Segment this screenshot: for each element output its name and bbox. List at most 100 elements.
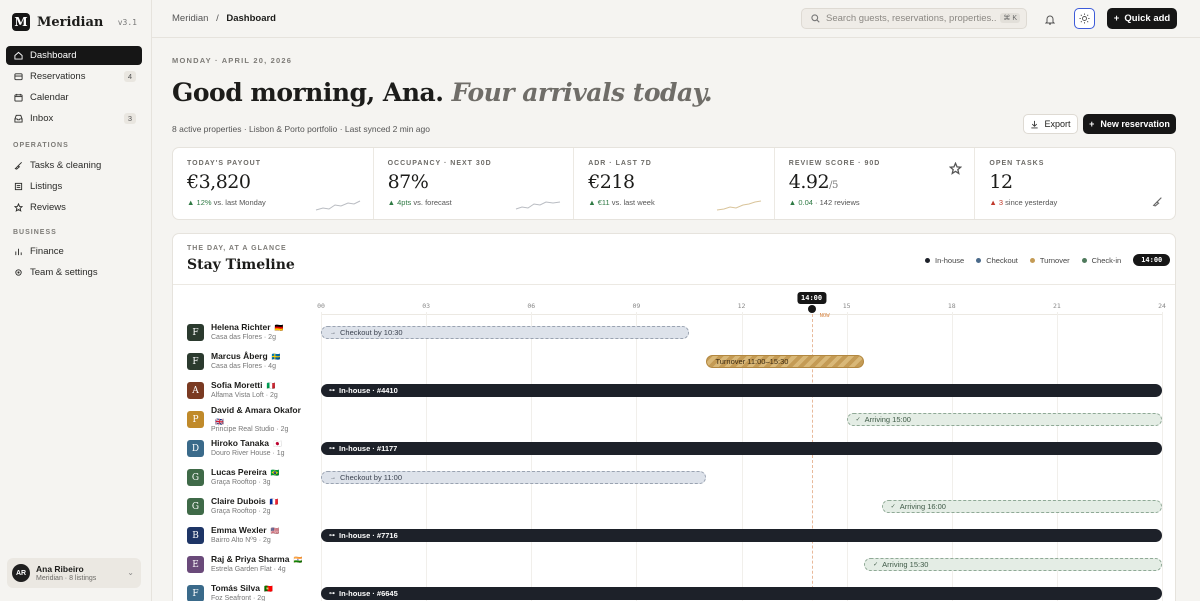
stay-bar-arriving[interactable]: ✓ Arriving 16:00 bbox=[881, 500, 1162, 513]
search-input[interactable] bbox=[826, 13, 996, 24]
property-avatar: F bbox=[187, 585, 204, 601]
sidebar-item-inbox[interactable]: Inbox 3 bbox=[6, 109, 142, 128]
stay-bar-label: Arriving 15:30 bbox=[882, 560, 929, 569]
sidebar-item-calendar[interactable]: Calendar bbox=[6, 88, 142, 107]
search-box[interactable]: ⌘ K bbox=[801, 8, 1027, 29]
guest-name: Helena Richter 🇩🇪 bbox=[211, 322, 283, 332]
stay-bar-label: Arriving 16:00 bbox=[899, 502, 946, 511]
logo-icon: M bbox=[12, 13, 30, 31]
now-indicator-dot bbox=[807, 305, 816, 313]
sidebar-item-dashboard[interactable]: Dashboard bbox=[6, 46, 142, 65]
stay-bar-checkout[interactable]: → Checkout by 11:00 bbox=[321, 471, 707, 484]
stay-bar-inhouse[interactable]: ⊶ In-house · #1177 bbox=[321, 442, 1162, 455]
guest-name: Lucas Pereira 🇧🇷 bbox=[211, 467, 279, 477]
stay-bar-label: In-house · #4410 bbox=[339, 386, 398, 395]
sidebar-item-tasks-cleaning[interactable]: Tasks & cleaning bbox=[6, 156, 142, 175]
guest-name-text: Claire Dubois bbox=[211, 496, 266, 506]
stay-bar-checkout[interactable]: → Checkout by 10:30 bbox=[321, 326, 689, 339]
legend-label: Turnover bbox=[1039, 255, 1070, 265]
sidebar-item-reservations[interactable]: Reservations 4 bbox=[6, 67, 142, 86]
kpi-label: REVIEW SCORE · 90D bbox=[788, 160, 881, 167]
guest-property: Bairro Alto Nº9 · 2g bbox=[211, 537, 271, 544]
kpi-delta-note: vs. forecast bbox=[413, 198, 452, 207]
stay-bar-inhouse[interactable]: ⊶ In-house · #7716 bbox=[321, 529, 1162, 542]
guest-property: Casa das Flores · 2g bbox=[211, 334, 276, 341]
trend-arrow-icon: ▲ bbox=[187, 198, 195, 207]
stay-bar-arriving[interactable]: ✓ Arriving 15:30 bbox=[864, 558, 1162, 571]
kpi-value: 12 bbox=[989, 171, 1175, 193]
guest-name-text: Sofia Moretti bbox=[211, 380, 263, 390]
sidebar-operations-nav: Tasks & cleaning Listings Reviews bbox=[6, 156, 142, 219]
star-icon[interactable] bbox=[949, 161, 963, 178]
new-reservation-button[interactable]: + New reservation bbox=[1083, 114, 1176, 134]
bell-icon[interactable] bbox=[1041, 10, 1059, 28]
sidebar-item-label: Listings bbox=[30, 181, 63, 192]
sidebar-item-listings[interactable]: Listings bbox=[6, 177, 142, 196]
guest-name: Raj & Priya Sharma 🇮🇳 bbox=[211, 554, 302, 564]
stay-bar-inhouse[interactable]: ⊶ In-house · #4410 bbox=[321, 384, 1162, 397]
quick-add-button[interactable]: + Quick add bbox=[1107, 8, 1177, 29]
bar-status-icon: → bbox=[330, 474, 336, 481]
guest-name-text: Raj & Priya Sharma bbox=[211, 554, 290, 564]
stay-bar-label: Turnover 11:00–15:30 bbox=[715, 357, 789, 366]
sidebar-item-label: Finance bbox=[30, 246, 64, 257]
flag-icon: 🇺🇸 bbox=[270, 528, 280, 535]
guest-name: Sofia Moretti 🇮🇹 bbox=[211, 380, 275, 390]
breadcrumb-root[interactable]: Meridian bbox=[172, 13, 208, 24]
guest-property: Foz Seafront · 2g bbox=[211, 595, 266, 601]
stay-bar-inhouse[interactable]: ⊶ In-house · #6645 bbox=[321, 587, 1162, 600]
theme-toggle-button[interactable] bbox=[1074, 8, 1095, 29]
trend-arrow-icon: ▲ bbox=[989, 198, 997, 207]
kpi-value: €218 bbox=[588, 171, 774, 193]
kpi-card: OPEN TASKS 12 ▲ 3 since yesterday bbox=[975, 148, 1175, 219]
hour-label: 21 bbox=[1052, 302, 1061, 310]
bar-status-icon: ⊶ bbox=[329, 388, 335, 394]
broom-icon bbox=[14, 161, 23, 170]
kpi-value-number: €218 bbox=[588, 171, 635, 193]
flag-icon: 🇸🇪 bbox=[271, 354, 281, 361]
now-indicator-chip: 14:00 bbox=[797, 292, 827, 304]
current-time-chip[interactable]: 14:00 bbox=[1133, 254, 1171, 266]
guest-name: Hiroko Tanaka 🇯🇵 bbox=[211, 438, 282, 448]
sidebar-item-finance[interactable]: Finance bbox=[6, 242, 142, 261]
avatar: AR bbox=[12, 564, 30, 582]
guest-property: Graça Rooftop · 2g bbox=[211, 508, 271, 515]
kpi-value-number: €3,820 bbox=[187, 171, 251, 193]
export-button[interactable]: Export bbox=[1023, 114, 1078, 134]
kpi-delta-value: 4pts bbox=[397, 198, 412, 207]
count-badge: 3 bbox=[123, 113, 136, 124]
flag-icon: 🇮🇹 bbox=[266, 383, 276, 390]
hour-gridline bbox=[531, 312, 533, 601]
user-menu[interactable]: AR Ana Ribeiro Meridian · 8 listings ⌄ bbox=[7, 558, 141, 588]
legend-item: Checkout bbox=[976, 256, 1018, 265]
bar-status-icon: ✓ bbox=[873, 562, 879, 568]
kpi-delta-value: 0.04 bbox=[798, 198, 813, 207]
portfolio-subline: 8 active properties · Lisbon & Porto por… bbox=[172, 124, 430, 134]
stay-bar-turnover[interactable]: Turnover 11:00–15:30 bbox=[706, 355, 865, 368]
sidebar: M Meridian v3.1 Dashboard Reservations 4 Ca… bbox=[0, 0, 152, 601]
user-subtitle: Meridian · 8 listings bbox=[36, 575, 97, 582]
kpi-delta-note: vs. last week bbox=[611, 198, 655, 207]
brand[interactable]: M Meridian bbox=[12, 13, 103, 31]
stay-bar-label: Checkout by 10:30 bbox=[340, 328, 403, 337]
sidebar-item-reviews[interactable]: Reviews bbox=[6, 198, 142, 217]
sidebar-item-team-settings[interactable]: Team & settings bbox=[6, 263, 142, 282]
sidebar-item-label: Reviews bbox=[30, 202, 66, 213]
chart-icon bbox=[14, 247, 23, 256]
timeline-legend: In-house Checkout Turnover Check-in 14:00 bbox=[925, 254, 1171, 266]
section-operations: OPERATIONS bbox=[13, 142, 69, 149]
search-shortcut: ⌘ K bbox=[1000, 13, 1020, 23]
legend-dot bbox=[1029, 257, 1035, 263]
reservations-icon bbox=[14, 72, 23, 81]
kpi-strip: TODAY'S PAYOUT €3,820 ▲ 12% vs. last Monda… bbox=[172, 147, 1176, 220]
date-line: MONDAY · APRIL 20, 2026 bbox=[172, 56, 293, 65]
trend-arrow-icon: ▲ bbox=[788, 198, 797, 207]
inbox-icon bbox=[14, 114, 23, 123]
stay-bar-arriving[interactable]: ✓ Arriving 15:00 bbox=[846, 413, 1162, 426]
kpi-value-number: 12 bbox=[989, 171, 1013, 193]
section-business: BUSINESS bbox=[13, 229, 57, 236]
legend-item: Turnover bbox=[1029, 255, 1070, 265]
kpi-value: 87% bbox=[388, 171, 574, 193]
hour-gridline bbox=[426, 312, 428, 601]
kpi-delta: ▲ 0.04 · 142 reviews bbox=[789, 198, 975, 207]
